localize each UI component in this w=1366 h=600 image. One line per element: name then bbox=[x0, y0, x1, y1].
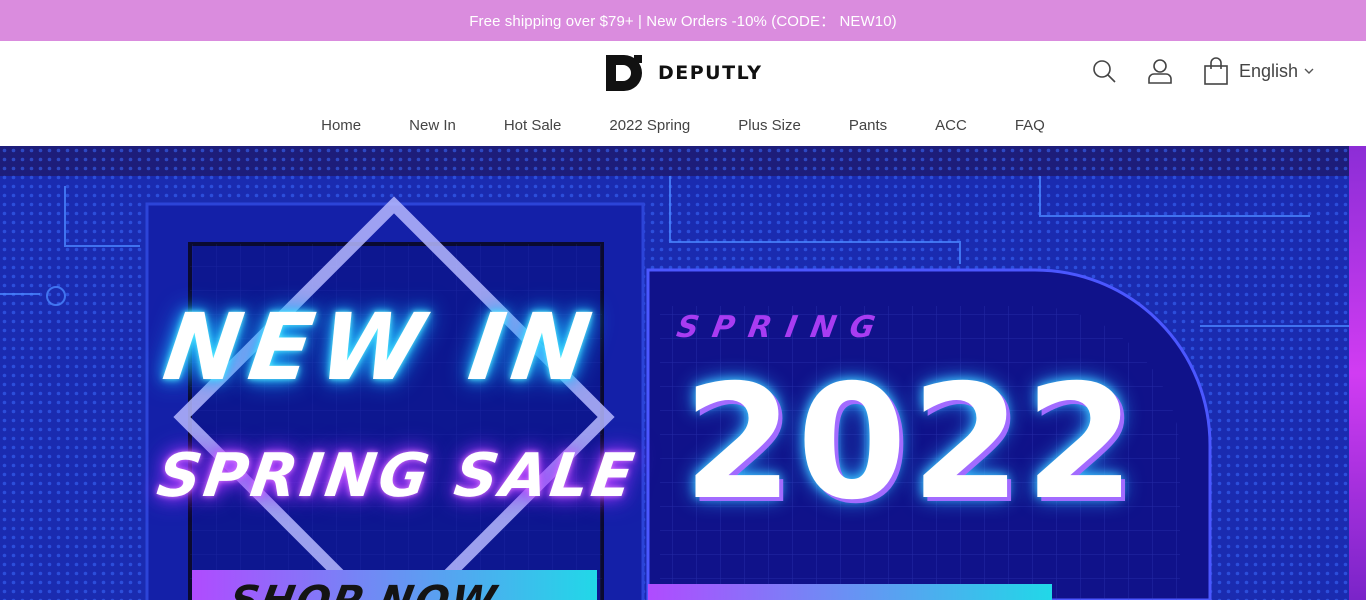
hero-year: 2022 bbox=[683, 351, 1139, 535]
nav-item-acc[interactable]: ACC bbox=[935, 117, 967, 134]
brand-logo[interactable]: DEPUTLY bbox=[604, 53, 762, 93]
promo-bar: Free shipping over $79+ | New Orders -10… bbox=[0, 0, 1366, 41]
search-button[interactable] bbox=[1091, 57, 1117, 85]
nav-item-pants[interactable]: Pants bbox=[849, 117, 887, 134]
promo-text: Free shipping over $79+ | New Orders -10… bbox=[469, 13, 897, 30]
nav-item-home[interactable]: Home bbox=[321, 117, 361, 134]
chevron-down-icon bbox=[1304, 68, 1314, 74]
language-label: English bbox=[1238, 60, 1298, 81]
cart-button[interactable] bbox=[1203, 57, 1229, 85]
hero-season: SPRING bbox=[673, 310, 892, 345]
search-icon bbox=[1093, 60, 1116, 83]
site-header: DEPUTLY English Home New In Hot Sale 202… bbox=[0, 41, 1366, 146]
nav-item-faq[interactable]: FAQ bbox=[1015, 117, 1045, 134]
nav-item-hot-sale[interactable]: Hot Sale bbox=[504, 117, 562, 134]
user-icon bbox=[1148, 59, 1172, 84]
hero-banner[interactable]: NEW IN SPRING SALE SPRING 2022 SHOP NOW bbox=[0, 146, 1366, 600]
nav-item-2022-spring[interactable]: 2022 Spring bbox=[609, 117, 690, 134]
language-selector[interactable]: English bbox=[1239, 61, 1314, 82]
shop-now-button[interactable]: SHOP NOW bbox=[226, 578, 501, 600]
hero-subheadline: SPRING SALE bbox=[153, 441, 641, 511]
main-nav: Home New In Hot Sale 2022 Spring Plus Si… bbox=[0, 113, 1366, 137]
logo-mark-icon bbox=[606, 55, 642, 91]
header-actions: English bbox=[1091, 57, 1314, 85]
shopping-bag-icon bbox=[1204, 57, 1228, 85]
account-button[interactable] bbox=[1147, 57, 1173, 85]
hero-headline: NEW IN bbox=[157, 294, 606, 401]
nav-item-new-in[interactable]: New In bbox=[409, 117, 456, 134]
brand-name: DEPUTLY bbox=[658, 62, 763, 84]
nav-item-plus-size[interactable]: Plus Size bbox=[738, 117, 801, 134]
